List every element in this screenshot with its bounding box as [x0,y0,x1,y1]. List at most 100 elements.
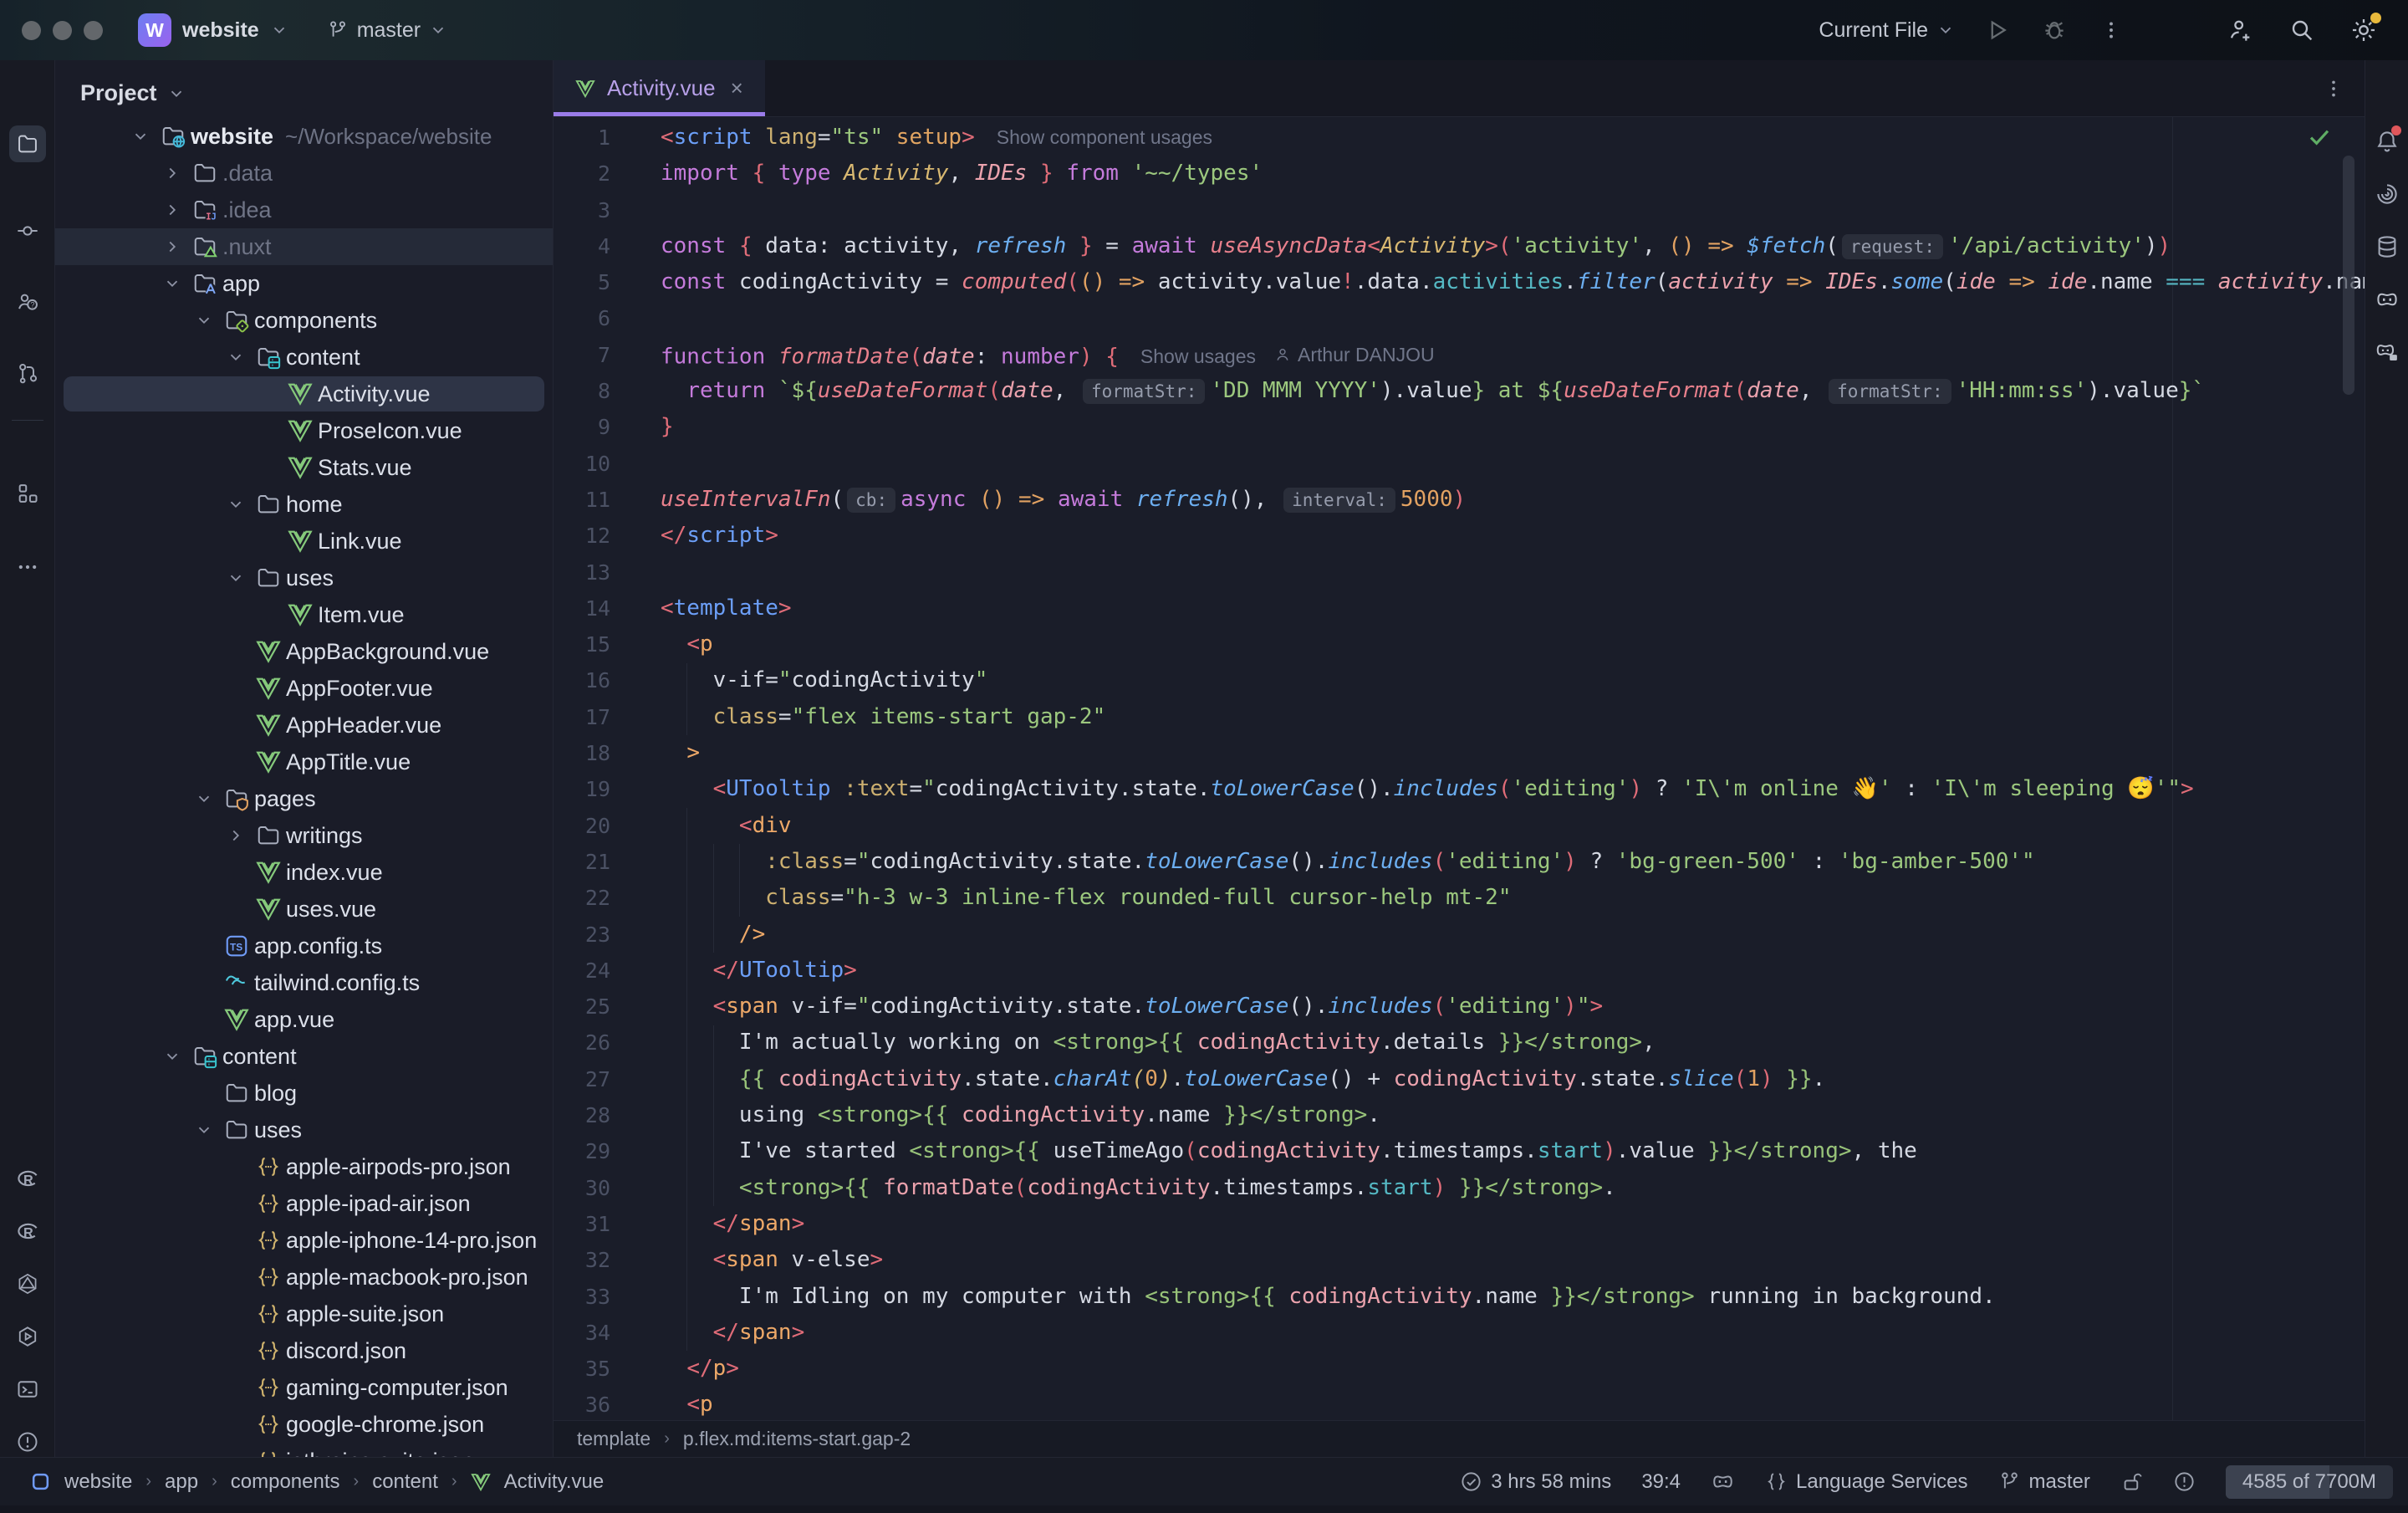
code-line-21[interactable]: 21 :class="codingActivity.state.toLowerC… [554,844,2365,880]
chevron-down-icon[interactable] [167,84,186,103]
code-line-2[interactable]: 2import { type Activity, IDEs } from '~~… [554,156,2365,192]
code-line-36[interactable]: 36 <p [554,1387,2365,1420]
tree-item-proseicon-vue[interactable]: ProseIcon.vue [55,412,553,449]
code-line-32[interactable]: 32 <span v-else> [554,1242,2365,1278]
tree-item-tailwind-config-ts[interactable]: tailwind.config.ts [55,964,553,1001]
tree-item-item-vue[interactable]: Item.vue [55,596,553,633]
code-line-19[interactable]: 19 <UTooltip :text="codingActivity.state… [554,771,2365,807]
commit-tool-button[interactable] [9,212,46,249]
tree-item-app-config-ts[interactable]: TSapp.config.ts [55,928,553,964]
status-widget-language-services[interactable]: Language Services [1765,1470,1967,1494]
status-path-item[interactable]: content [372,1470,438,1494]
notifications-tool-button[interactable] [2371,125,2403,157]
code-line-12[interactable]: 12</script> [554,518,2365,554]
tab-options-button[interactable] [2323,78,2344,100]
tree-item-apptitle-vue[interactable]: AppTitle.vue [55,744,553,780]
status-bar-path[interactable]: website›app›components›content›Activity.… [30,1470,604,1494]
run-anything-tool-button[interactable] [9,1318,46,1355]
code-line-31[interactable]: 31 </span> [554,1206,2365,1242]
copilot-chat-tool-button[interactable] [2371,336,2403,368]
code-line-3[interactable]: 3 [554,192,2365,228]
tree-item-app-vue[interactable]: app.vue [55,1001,553,1038]
status-file-name[interactable]: Activity.vue [504,1470,605,1494]
status-widget-master[interactable]: master [1998,1470,2090,1494]
tree-item-pages[interactable]: pages [55,780,553,817]
tree-item-content[interactable]: content [55,1038,553,1075]
code-line-20[interactable]: 20 <div [554,808,2365,844]
status-widget-bang[interactable] [2173,1470,2196,1493]
code-line-33[interactable]: 33 I'm Idling on my computer with <stron… [554,1279,2365,1315]
status-widget-unlock[interactable] [2120,1470,2143,1493]
debug-button[interactable] [2040,16,2069,44]
inspections-ok-icon[interactable] [2306,124,2333,151]
tree-item-apple-iphone-14-pro-json[interactable]: apple-iphone-14-pro.json [55,1222,553,1259]
tree-item-home[interactable]: home [55,486,553,523]
tree-item-apple-suite-json[interactable]: apple-suite.json [55,1296,553,1332]
tree-item-index-vue[interactable]: index.vue [55,854,553,891]
settings-button[interactable] [2349,16,2378,44]
vcs-widget[interactable]: master [327,18,447,43]
tree-item-stats-vue[interactable]: Stats.vue [55,449,553,486]
code-line-27[interactable]: 27 {{ codingActivity.state.charAt(0).toL… [554,1061,2365,1097]
tree-item-appfooter-vue[interactable]: AppFooter.vue [55,670,553,707]
code-line-13[interactable]: 13 [554,555,2365,590]
tab-activity-vue[interactable]: Activity.vue × [554,60,765,116]
window-zoom-button[interactable] [84,21,103,40]
code-vision-hint[interactable]: Show usages [1140,345,1256,367]
tree-item-appbackground-vue[interactable]: AppBackground.vue [55,633,553,670]
chevron-down-icon[interactable] [189,305,219,335]
code-line-18[interactable]: 18 > [554,735,2365,771]
ai-assistant-tool-button[interactable] [2371,178,2403,210]
problems-tool-button[interactable] [9,1424,46,1460]
structure-tool-button[interactable] [9,475,46,512]
run-configuration-select[interactable]: Current File [1819,18,1955,43]
copilot-tool-button[interactable] [2371,284,2403,315]
code-line-16[interactable]: 16 v-if="codingActivity" [554,662,2365,698]
tree-item-blog[interactable]: blog [55,1075,553,1112]
more-tool-windows-button[interactable] [9,549,46,585]
database-tool-button[interactable] [2371,231,2403,263]
tree-item--idea[interactable]: IJ.idea [55,192,553,228]
chevron-right-icon[interactable] [157,158,187,188]
status-widget-3-hrs-58-mins[interactable]: 3 hrs 58 mins [1460,1470,1611,1494]
window-close-button[interactable] [22,21,41,40]
tree-item-apple-airpods-pro-json[interactable]: apple-airpods-pro.json [55,1148,553,1185]
tree-item-appheader-vue[interactable]: AppHeader.vue [55,707,553,744]
status-path-item[interactable]: components [231,1470,340,1494]
more-actions-button[interactable] [2097,16,2125,44]
code-line-5[interactable]: 5const codingActivity = computed(() => a… [554,264,2365,300]
search-everywhere-button[interactable] [2288,16,2316,44]
chevron-down-icon[interactable] [221,342,251,372]
status-widget-4585-of-7700m[interactable]: 4585 of 7700M [2226,1465,2393,1499]
pull-requests-tool-button[interactable] [9,355,46,391]
code-line-34[interactable]: 34 </span> [554,1315,2365,1351]
tree-item-gaming-computer-json[interactable]: gaming-computer.json [55,1369,553,1406]
tree-item-components[interactable]: components [55,302,553,339]
chevron-right-icon[interactable] [157,232,187,262]
chevron-down-icon[interactable] [221,563,251,593]
code-line-14[interactable]: 14<template> [554,590,2365,626]
tree-item-apple-ipad-air-json[interactable]: apple-ipad-air.json [55,1185,553,1222]
tree-item--data[interactable]: .data [55,155,553,192]
code-line-17[interactable]: 17 class="flex items-start gap-2" [554,699,2365,735]
r-console-tool-button[interactable]: R [9,1160,46,1197]
code-with-me-button[interactable]: ? [9,284,46,320]
tree-item-writings[interactable]: writings [55,817,553,854]
code-line-6[interactable]: 6 [554,300,2365,336]
tree-item-link-vue[interactable]: Link.vue [55,523,553,560]
tab-close-icon[interactable]: × [731,75,743,101]
code-line-8[interactable]: 8 return `${useDateFormat(date, formatSt… [554,373,2365,409]
chevron-right-icon[interactable] [221,820,251,851]
chevron-down-icon[interactable] [157,1041,187,1071]
code-line-10[interactable]: 10 [554,446,2365,482]
tree-item-uses[interactable]: uses [55,560,553,596]
status-widget-copilot[interactable] [1711,1470,1735,1494]
code-line-23[interactable]: 23 /> [554,917,2365,953]
code-line-11[interactable]: 11useIntervalFn(cb:async () => await ref… [554,482,2365,518]
tree-item-content[interactable]: content [55,339,553,376]
tree-item-uses[interactable]: uses [55,1112,553,1148]
window-minimize-button[interactable] [53,21,72,40]
code-line-7[interactable]: 7function formatDate(date: number) {Show… [554,337,2365,373]
breadcrumb-item[interactable]: p.flex.md:items-start.gap-2 [683,1428,911,1450]
tree-item-apple-macbook-pro-json[interactable]: apple-macbook-pro.json [55,1259,553,1296]
